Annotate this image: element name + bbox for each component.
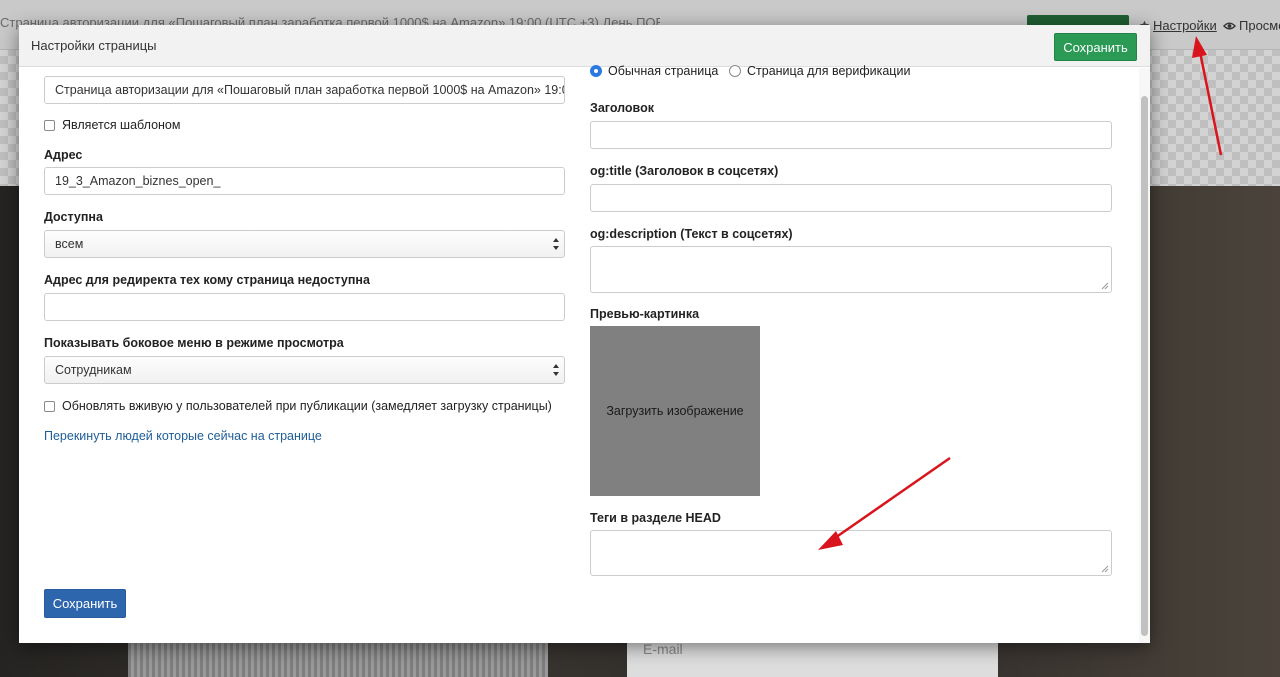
- upload-image-label: Загрузить изображение: [606, 404, 744, 418]
- radio-verification-page-label: Страница для верификации: [747, 64, 911, 78]
- modal-title: Настройки страницы: [31, 38, 157, 53]
- template-checkbox-label: Является шаблоном: [62, 118, 181, 132]
- page-name-input[interactable]: Страница авторизации для «Пошаговый план…: [44, 76, 565, 104]
- address-label: Адрес: [44, 148, 83, 162]
- updown-arrows-icon: [553, 238, 559, 250]
- og-description-label: og:description (Текст в соцсетях): [590, 227, 793, 241]
- page-settings-modal: Настройки страницы Сохранить Страница ав…: [19, 25, 1150, 643]
- live-update-checkbox-label: Обновлять вживую у пользователей при пуб…: [62, 399, 552, 413]
- og-title-input[interactable]: [590, 184, 1112, 212]
- modal-header: Настройки страницы Сохранить: [19, 25, 1150, 67]
- settings-link[interactable]: Настройки: [1139, 18, 1217, 33]
- preview-link[interactable]: Просмотр: [1223, 18, 1280, 33]
- template-checkbox-row[interactable]: Является шаблоном: [44, 118, 180, 132]
- save-button-top[interactable]: Сохранить: [1054, 33, 1137, 61]
- head-tags-textarea[interactable]: [590, 530, 1112, 576]
- heading-label: Заголовок: [590, 101, 654, 115]
- sidebar-menu-select-value: Сотрудникам: [55, 363, 132, 377]
- sidebar-menu-select[interactable]: Сотрудникам: [44, 356, 565, 384]
- available-select-value: всем: [55, 237, 84, 251]
- modal-scrollbar-thumb[interactable]: [1141, 96, 1148, 636]
- preview-link-label: Просмотр: [1239, 18, 1280, 33]
- radio-normal-page[interactable]: Обычная страница: [590, 64, 718, 78]
- kick-visitors-link[interactable]: Перекинуть людей которые сейчас на стран…: [44, 429, 322, 443]
- modal-scrollbar[interactable]: [1139, 68, 1150, 643]
- live-update-checkbox[interactable]: [44, 400, 55, 412]
- settings-link-label: Настройки: [1153, 18, 1217, 33]
- available-select[interactable]: всем: [44, 230, 565, 258]
- resize-grip-icon[interactable]: [1101, 282, 1109, 290]
- address-input[interactable]: 19_3_Amazon_biznes_open_: [44, 167, 565, 195]
- resize-grip-icon[interactable]: [1101, 565, 1109, 573]
- template-checkbox[interactable]: [44, 119, 55, 131]
- available-label: Доступна: [44, 210, 103, 224]
- eye-icon: [1223, 22, 1236, 30]
- upload-image-button[interactable]: Загрузить изображение: [590, 326, 760, 496]
- redirect-input[interactable]: [44, 293, 565, 321]
- modal-body: Страница авторизации для «Пошаговый план…: [19, 64, 1150, 643]
- radio-verification-page-control[interactable]: [729, 65, 741, 77]
- radio-normal-page-label: Обычная страница: [608, 64, 719, 78]
- live-update-checkbox-row[interactable]: Обновлять вживую у пользователей при пуб…: [44, 399, 552, 413]
- radio-verification-page[interactable]: Страница для верификации: [729, 64, 910, 78]
- redirect-label: Адрес для редиректа тех кому страница не…: [44, 273, 370, 287]
- og-title-label: og:title (Заголовок в соцсетях): [590, 164, 779, 178]
- og-description-textarea[interactable]: [590, 246, 1112, 293]
- sidebar-menu-label: Показывать боковое меню в режиме просмот…: [44, 336, 344, 350]
- head-tags-label: Теги в разделе HEAD: [590, 511, 721, 525]
- preview-image-label: Превью-картинка: [590, 307, 700, 321]
- heading-input[interactable]: [590, 121, 1112, 149]
- save-button-bottom[interactable]: Сохранить: [44, 589, 126, 618]
- updown-arrows-icon: [553, 364, 559, 376]
- radio-normal-page-control[interactable]: [590, 65, 602, 77]
